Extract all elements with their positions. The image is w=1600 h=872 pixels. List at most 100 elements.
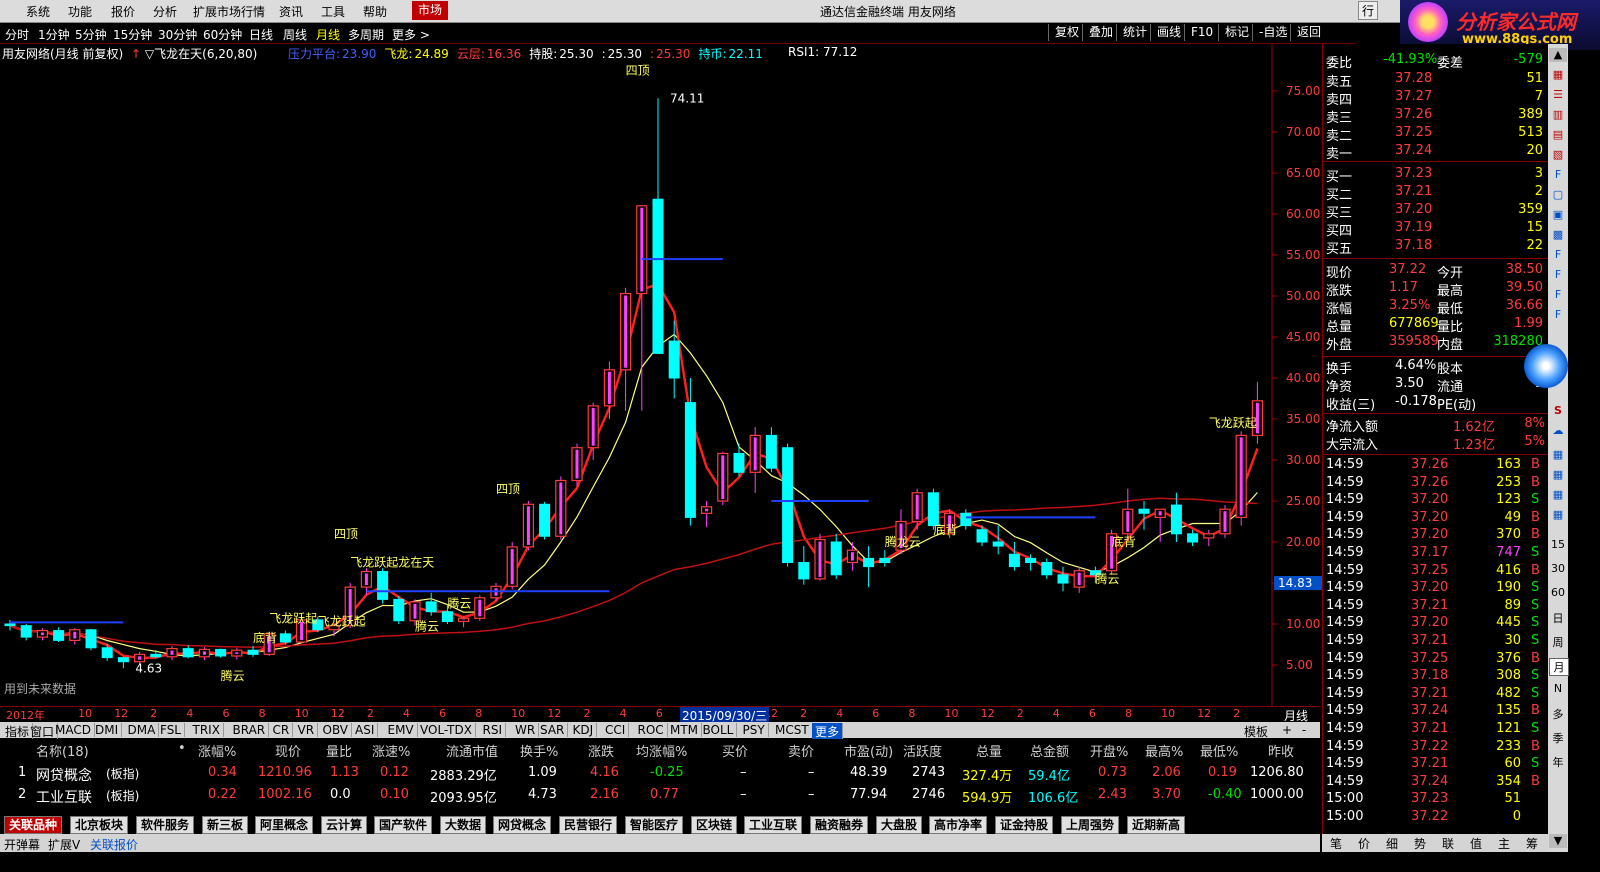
btn-mark[interactable]: 标记: [1218, 24, 1255, 41]
news-icon[interactable]: ▩: [1549, 228, 1567, 241]
indicator-tab[interactable]: MACD: [52, 723, 95, 737]
indicator-tab[interactable]: BOLL: [700, 723, 738, 737]
period-60min[interactable]: 60分钟: [203, 26, 242, 43]
candle-body-down[interactable]: [20, 625, 32, 638]
grid-header-19[interactable]: 昨收: [1268, 741, 1294, 760]
candle-body-down[interactable]: [4, 623, 16, 627]
candle-body-down[interactable]: [863, 557, 875, 568]
quote-tab[interactable]: 筹: [1526, 835, 1538, 852]
btn-overlay[interactable]: 叠加: [1082, 24, 1119, 41]
indicator-tab[interactable]: MTM: [667, 723, 703, 737]
period-fenshi[interactable]: 分时: [5, 26, 29, 43]
indicator-tab[interactable]: BRAR: [230, 723, 270, 737]
candle-body-down[interactable]: [684, 402, 696, 518]
grid-header-8[interactable]: 涨跌: [588, 741, 614, 760]
candle-body-down[interactable]: [101, 647, 113, 659]
grid-cell-name[interactable]: 网贷概念: [36, 765, 92, 785]
grid-header-1[interactable]: •: [178, 741, 186, 756]
concept-tab[interactable]: 区块链: [691, 816, 738, 834]
candle-body-down[interactable]: [652, 198, 664, 354]
kline-svg[interactable]: 飞龙跃起 飞龙跃起底背腾云飞龙跃起龙在天腾云腾云四顶四顶四顶腾龙云底背腾云底背飞龙…: [0, 44, 1320, 722]
candle-body-down[interactable]: [879, 557, 891, 564]
period-month-btn[interactable]: 月: [1549, 658, 1569, 676]
quote-tab[interactable]: 笔: [1330, 835, 1342, 852]
menu-tools[interactable]: 工具: [321, 3, 345, 20]
candle-body-down[interactable]: [782, 447, 794, 564]
concept-tab[interactable]: 高市净率: [929, 816, 988, 834]
candle-icon[interactable]: ▧: [1549, 148, 1567, 161]
indicator-tab[interactable]: DMI: [92, 723, 123, 737]
chart-icon[interactable]: ▦: [1549, 68, 1567, 81]
f-icon-5[interactable]: F: [1549, 308, 1567, 321]
menu-quote[interactable]: 报价: [111, 3, 135, 20]
btn-stats[interactable]: 统计: [1116, 24, 1153, 41]
fs-icon[interactable]: ▦: [1549, 448, 1567, 461]
candle-body-down[interactable]: [992, 541, 1004, 547]
candle-body-down[interactable]: [1138, 508, 1150, 514]
period-week-btn[interactable]: 周: [1549, 634, 1567, 650]
candle-body-down[interactable]: [393, 598, 405, 622]
quote-tab[interactable]: 联: [1442, 835, 1454, 852]
quote-tab[interactable]: 主: [1498, 835, 1510, 852]
period-n-btn[interactable]: N: [1549, 682, 1567, 695]
candle-body-down[interactable]: [1057, 574, 1069, 584]
concept-tab[interactable]: 智能医疗: [625, 816, 684, 834]
concept-tab[interactable]: 新三板: [202, 816, 249, 834]
menu-ext-market[interactable]: 扩展市场行情: [193, 3, 265, 20]
btn-draw[interactable]: 画线: [1150, 24, 1187, 41]
candle-body-down[interactable]: [927, 492, 939, 527]
f10-icon[interactable]: F: [1549, 168, 1567, 181]
grid-header-0[interactable]: 名称(18): [36, 741, 89, 760]
fs-icon-3[interactable]: ▦: [1549, 488, 1567, 501]
period-60-btn[interactable]: 60: [1549, 586, 1567, 599]
quote-tab[interactable]: 细: [1386, 835, 1398, 852]
period-1min[interactable]: 1分钟: [38, 26, 70, 43]
indicator-tab[interactable]: VOL-TDX: [417, 723, 476, 737]
remove-indicator-button[interactable]: -: [1302, 723, 1306, 737]
grid-header-4[interactable]: 量比: [326, 741, 352, 760]
menu-market[interactable]: 市场: [412, 1, 449, 20]
grid-header-2[interactable]: 涨幅%: [198, 741, 236, 760]
indicator-tab[interactable]: EMV: [385, 723, 418, 737]
indicator-tab[interactable]: DMA: [125, 723, 160, 737]
btn-f10[interactable]: F10: [1184, 24, 1219, 41]
grid-header-3[interactable]: 现价: [275, 741, 301, 760]
period-more[interactable]: 更多 >: [392, 26, 430, 43]
menu-right-button[interactable]: 行: [1358, 1, 1379, 20]
candle-body-down[interactable]: [247, 649, 259, 655]
indicator-tab[interactable]: RSI: [480, 723, 506, 737]
grid-header-5[interactable]: 涨速%: [372, 741, 410, 760]
btn-watchlist[interactable]: -自选: [1252, 24, 1293, 41]
period-15min[interactable]: 15分钟: [113, 26, 152, 43]
fs-icon-4[interactable]: ▦: [1549, 508, 1567, 521]
candle-body-down[interactable]: [668, 340, 680, 379]
concept-tab[interactable]: 上周强势: [1061, 816, 1120, 834]
period-year-btn[interactable]: 年: [1549, 754, 1567, 770]
indicator-tab[interactable]: PSY: [740, 723, 769, 737]
s-icon[interactable]: S: [1549, 404, 1567, 417]
candle-body-down[interactable]: [765, 434, 777, 469]
candle-body-down[interactable]: [182, 648, 194, 658]
candle-body-down[interactable]: [1041, 562, 1053, 576]
candle-body-down[interactable]: [150, 653, 162, 658]
candle-body-down[interactable]: [539, 503, 551, 537]
period-day[interactable]: 日线: [249, 26, 273, 43]
concept-tab[interactable]: 网贷概念: [493, 816, 552, 834]
candle-body-down[interactable]: [53, 630, 65, 641]
grid-header-6[interactable]: 流通市值: [446, 741, 498, 760]
period-30min[interactable]: 30分钟: [158, 26, 197, 43]
btn-fuquan[interactable]: 复权: [1048, 24, 1085, 41]
indicator-tab[interactable]: 更多: [812, 723, 844, 740]
period-multi-btn[interactable]: 多: [1549, 706, 1567, 722]
concept-tab[interactable]: 关联品种: [4, 816, 63, 834]
add-indicator-button[interactable]: +: [1282, 723, 1292, 737]
f-icon-2[interactable]: F: [1549, 248, 1567, 261]
indicator-tab[interactable]: FSL: [157, 723, 185, 737]
grid-header-13[interactable]: 活跃度: [903, 741, 942, 760]
scroll-down-icon[interactable]: ▼: [1549, 834, 1567, 848]
grid-header-11[interactable]: 卖价: [788, 741, 814, 760]
candle-body-down[interactable]: [441, 611, 453, 623]
kline-chart[interactable]: 飞龙跃起 飞龙跃起 底背 腾云 飞龙跃起龙在天 腾云 腾云 四顶 四顶 四顶 腾龙云 底背 腾云 底背 飞龙…: [0, 44, 1322, 766]
cloud-icon[interactable]: ☁: [1549, 424, 1567, 437]
indicator-tab[interactable]: SAR: [537, 723, 569, 737]
